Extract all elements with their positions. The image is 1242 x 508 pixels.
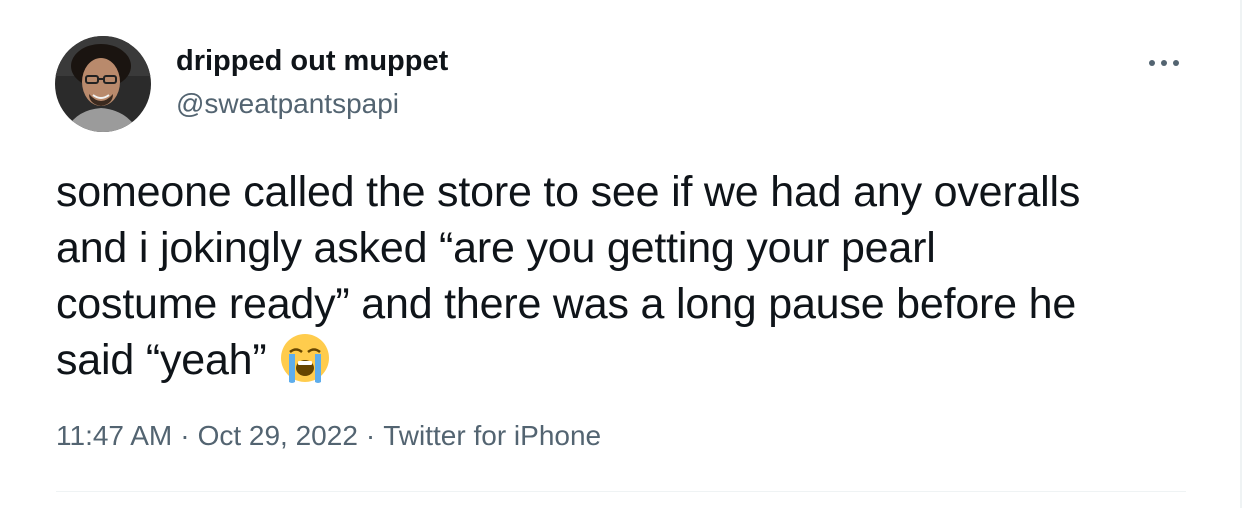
- tweet-text-line-last: said “yeah”: [56, 332, 1196, 398]
- tweet-text-line: costume ready” and there was a long paus…: [56, 280, 1077, 328]
- divider: [56, 491, 1186, 492]
- tweet-source[interactable]: Twitter for iPhone: [383, 420, 601, 451]
- avatar[interactable]: [55, 36, 151, 132]
- profile-photo-icon: [55, 36, 151, 132]
- loudly-crying-face-icon: [279, 332, 331, 398]
- user-handle[interactable]: @sweatpantspapi: [176, 88, 399, 120]
- more-options-button[interactable]: [1144, 46, 1184, 80]
- tweet-time[interactable]: 11:47 AM: [56, 420, 172, 451]
- tweet-date[interactable]: Oct 29, 2022: [198, 420, 358, 451]
- tweet-text: someone called the store to see if we ha…: [56, 164, 1196, 398]
- display-name[interactable]: dripped out muppet: [176, 45, 448, 78]
- tweet-metadata: 11:47 AM · Oct 29, 2022 · Twitter for iPhone: [56, 420, 601, 452]
- tweet-text-line: and i jokingly asked “are you getting yo…: [56, 224, 936, 272]
- tweet-card: dripped out muppet @sweatpantspapi someo…: [0, 0, 1242, 508]
- tweet-text-line: someone called the store to see if we ha…: [56, 168, 1081, 216]
- ellipsis-icon: [1149, 60, 1179, 66]
- tweet-text-line: said “yeah”: [56, 336, 267, 384]
- separator-dot: ·: [365, 420, 376, 451]
- separator-dot: ·: [180, 420, 190, 451]
